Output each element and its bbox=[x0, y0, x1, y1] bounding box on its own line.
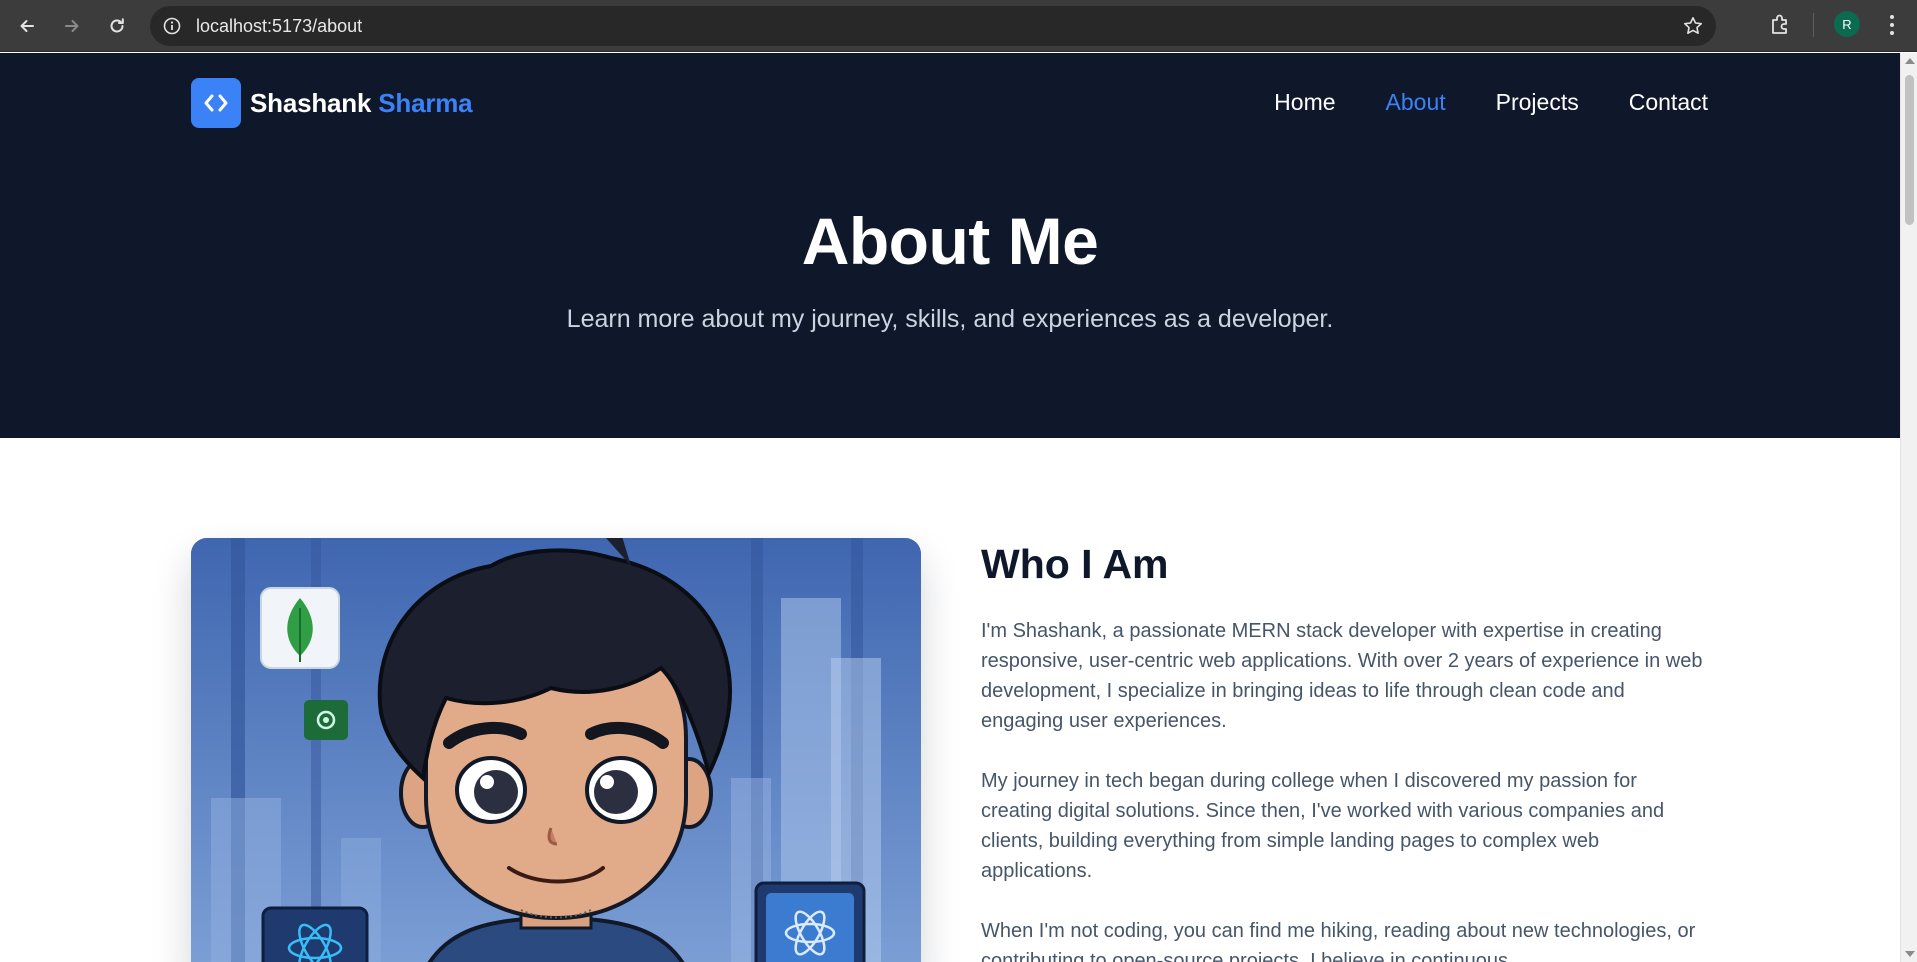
more-menu-icon[interactable] bbox=[1880, 10, 1904, 40]
page-scrollbar[interactable] bbox=[1900, 53, 1917, 962]
logo-first-name: Shashank bbox=[250, 87, 372, 118]
about-paragraph: My journey in tech began during college … bbox=[981, 770, 1665, 882]
main-nav: Home About Projects Contact bbox=[1274, 89, 1708, 116]
back-arrow-icon bbox=[20, 20, 34, 32]
reload-icon bbox=[110, 18, 124, 33]
about-paragraph: I'm Shashank, a passionate MERN stack de… bbox=[981, 620, 1703, 732]
nav-link-home[interactable]: Home bbox=[1274, 89, 1335, 116]
toolbar-divider bbox=[1813, 13, 1814, 37]
site-info-icon[interactable] bbox=[162, 16, 182, 36]
scroll-up-arrow-icon[interactable] bbox=[1905, 58, 1915, 64]
page-viewport: Shashank Sharma Home About Projects Cont… bbox=[0, 53, 1900, 962]
nav-link-contact[interactable]: Contact bbox=[1629, 89, 1708, 116]
page-subtitle: Learn more about my journey, skills, and… bbox=[566, 305, 1334, 333]
logo-last-name: Sharma bbox=[378, 87, 473, 118]
profile-illustration bbox=[191, 538, 921, 962]
nav-link-projects[interactable]: Projects bbox=[1496, 89, 1579, 116]
site-logo[interactable]: Shashank Sharma bbox=[191, 78, 473, 128]
address-bar[interactable]: localhost:5173/about bbox=[150, 6, 1716, 46]
page-title: About Me bbox=[801, 204, 1099, 278]
hero-section: Shashank Sharma Home About Projects Cont… bbox=[0, 53, 1900, 438]
extensions-icon[interactable] bbox=[1766, 11, 1794, 39]
logo-text: Shashank Sharma bbox=[250, 87, 473, 119]
forward-arrow-icon bbox=[65, 20, 79, 32]
forward-button[interactable] bbox=[56, 10, 88, 42]
nav-link-about[interactable]: About bbox=[1386, 89, 1446, 116]
code-brackets-icon bbox=[191, 78, 241, 128]
profile-avatar[interactable]: R bbox=[1834, 11, 1860, 37]
bookmark-star-icon[interactable] bbox=[1682, 15, 1704, 37]
section-heading: Who I Am bbox=[981, 541, 1169, 587]
about-paragraph: When I'm not coding, you can find me hik… bbox=[981, 920, 1696, 962]
browser-toolbar: localhost:5173/about R bbox=[0, 0, 1917, 52]
url-text[interactable]: localhost:5173/about bbox=[196, 17, 362, 35]
back-button[interactable] bbox=[11, 10, 43, 42]
reload-button[interactable] bbox=[101, 10, 133, 42]
scroll-down-arrow-icon[interactable] bbox=[1905, 951, 1915, 957]
scrollbar-thumb[interactable] bbox=[1905, 75, 1914, 225]
